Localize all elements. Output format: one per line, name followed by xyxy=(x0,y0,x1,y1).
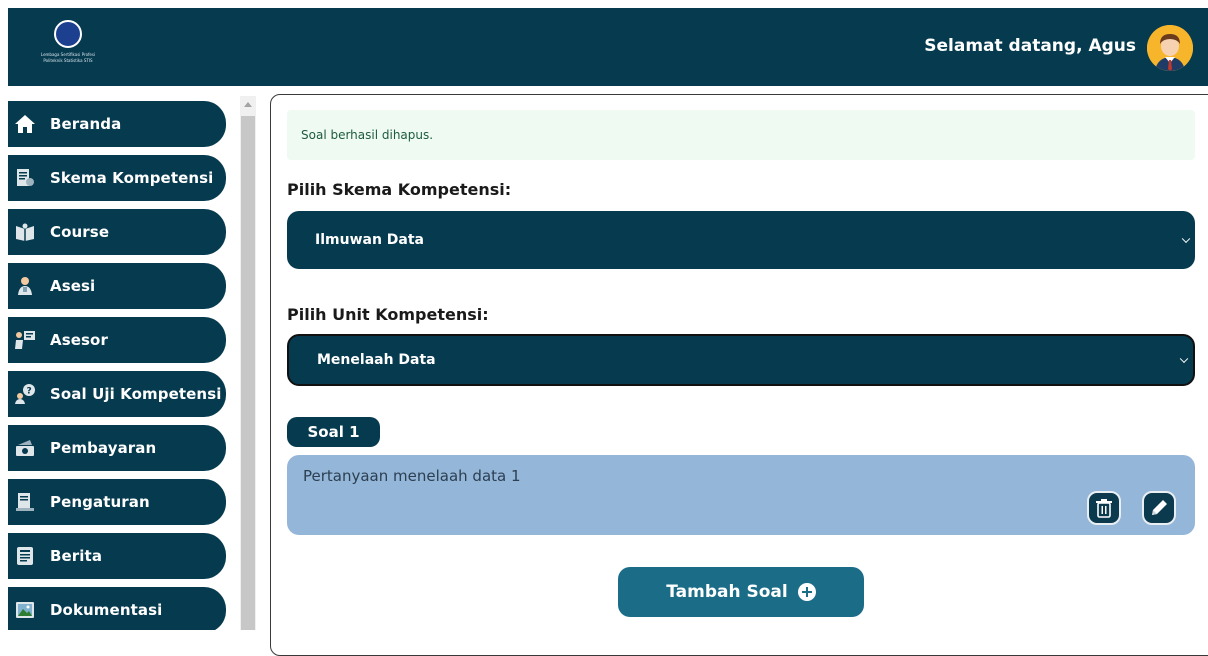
sidebar-item-asesor[interactable]: Asesor xyxy=(8,317,226,363)
skema-label: Pilih Skema Kompetensi: xyxy=(287,180,512,199)
soal-question-text: Pertanyaan menelaah data 1 xyxy=(303,467,521,485)
sidebar-item-label: Course xyxy=(50,223,110,241)
success-alert: Soal berhasil dihapus. xyxy=(287,110,1195,160)
settings-icon xyxy=(14,491,36,513)
sidebar-item-beranda[interactable]: Beranda xyxy=(8,101,226,147)
welcome-text: Selamat datang, Agus xyxy=(924,36,1136,56)
sidebar-item-label: Dokumentasi xyxy=(50,601,163,619)
sidebar-item-label: Pembayaran xyxy=(50,439,157,457)
tambah-soal-button[interactable]: Tambah Soal xyxy=(618,567,864,617)
skema-select[interactable]: Ilmuwan Data xyxy=(287,211,1195,269)
sidebar-item-label: Asesor xyxy=(50,331,108,349)
home-icon xyxy=(14,113,36,135)
sidebar-item-label: Pengaturan xyxy=(50,493,150,511)
lsp-logo[interactable]: Lembaga Sertifikasi Profesi Politeknik S… xyxy=(38,20,98,72)
svg-text:?: ? xyxy=(27,387,32,397)
unit-select[interactable]: Menelaah Data xyxy=(287,334,1195,386)
document-icon xyxy=(14,167,36,189)
logo-caption: Lembaga Sertifikasi Profesi Politeknik S… xyxy=(40,52,96,63)
skema-selected-value: Ilmuwan Data xyxy=(315,232,424,248)
sidebar-item-label: Berita xyxy=(50,547,103,565)
delete-button[interactable] xyxy=(1087,491,1121,525)
sidebar-item-pengaturan[interactable]: Pengaturan xyxy=(8,479,226,525)
news-icon xyxy=(14,545,36,567)
sidebar-item-course[interactable]: Course xyxy=(8,209,226,255)
user-avatar[interactable] xyxy=(1147,25,1193,71)
teacher-icon xyxy=(14,329,36,351)
sidebar: Beranda Skema Kompetensi Course Asesi As… xyxy=(8,96,256,630)
soal-panel: Soal berhasil dihapus. Pilih Skema Kompe… xyxy=(270,94,1208,656)
sidebar-scrollbar-thumb[interactable] xyxy=(241,116,255,630)
chevron-down-icon xyxy=(1181,234,1191,244)
question-icon: ? xyxy=(14,383,36,405)
sidebar-item-pembayaran[interactable]: Pembayaran xyxy=(8,425,226,471)
image-icon xyxy=(14,599,36,621)
top-strip xyxy=(0,0,1208,8)
sidebar-item-dokumentasi[interactable]: Dokumentasi xyxy=(8,587,226,630)
edit-button[interactable] xyxy=(1142,491,1176,525)
sidebar-item-skema-kompetensi[interactable]: Skema Kompetensi xyxy=(8,155,226,201)
sidebar-item-label: Soal Uji Kompetensi xyxy=(50,385,222,403)
person-icon xyxy=(14,275,36,297)
plus-circle-icon xyxy=(797,583,816,601)
chevron-down-icon xyxy=(1179,354,1189,364)
trash-icon xyxy=(1096,499,1112,518)
unit-label: Pilih Unit Kompetensi: xyxy=(287,305,489,324)
top-header: Lembaga Sertifikasi Profesi Politeknik S… xyxy=(8,8,1208,86)
pencil-icon xyxy=(1152,500,1167,515)
tambah-soal-label: Tambah Soal xyxy=(666,582,788,602)
scroll-up-arrow-icon[interactable] xyxy=(244,102,252,107)
soal-number-badge: Soal 1 xyxy=(287,417,380,447)
sidebar-item-soal-uji-kompetensi[interactable]: ? Soal Uji Kompetensi xyxy=(8,371,226,417)
soal-card: Pertanyaan menelaah data 1 xyxy=(287,455,1195,535)
sidebar-item-berita[interactable]: Berita xyxy=(8,533,226,579)
book-icon xyxy=(14,221,36,243)
sidebar-item-label: Beranda xyxy=(50,115,122,133)
sidebar-item-label: Skema Kompetensi xyxy=(50,169,214,187)
money-icon xyxy=(14,437,36,459)
logo-emblem-icon xyxy=(54,20,82,48)
sidebar-item-asesi[interactable]: Asesi xyxy=(8,263,226,309)
avatar-icon xyxy=(1147,25,1193,71)
unit-selected-value: Menelaah Data xyxy=(317,352,436,368)
sidebar-item-label: Asesi xyxy=(50,277,96,295)
